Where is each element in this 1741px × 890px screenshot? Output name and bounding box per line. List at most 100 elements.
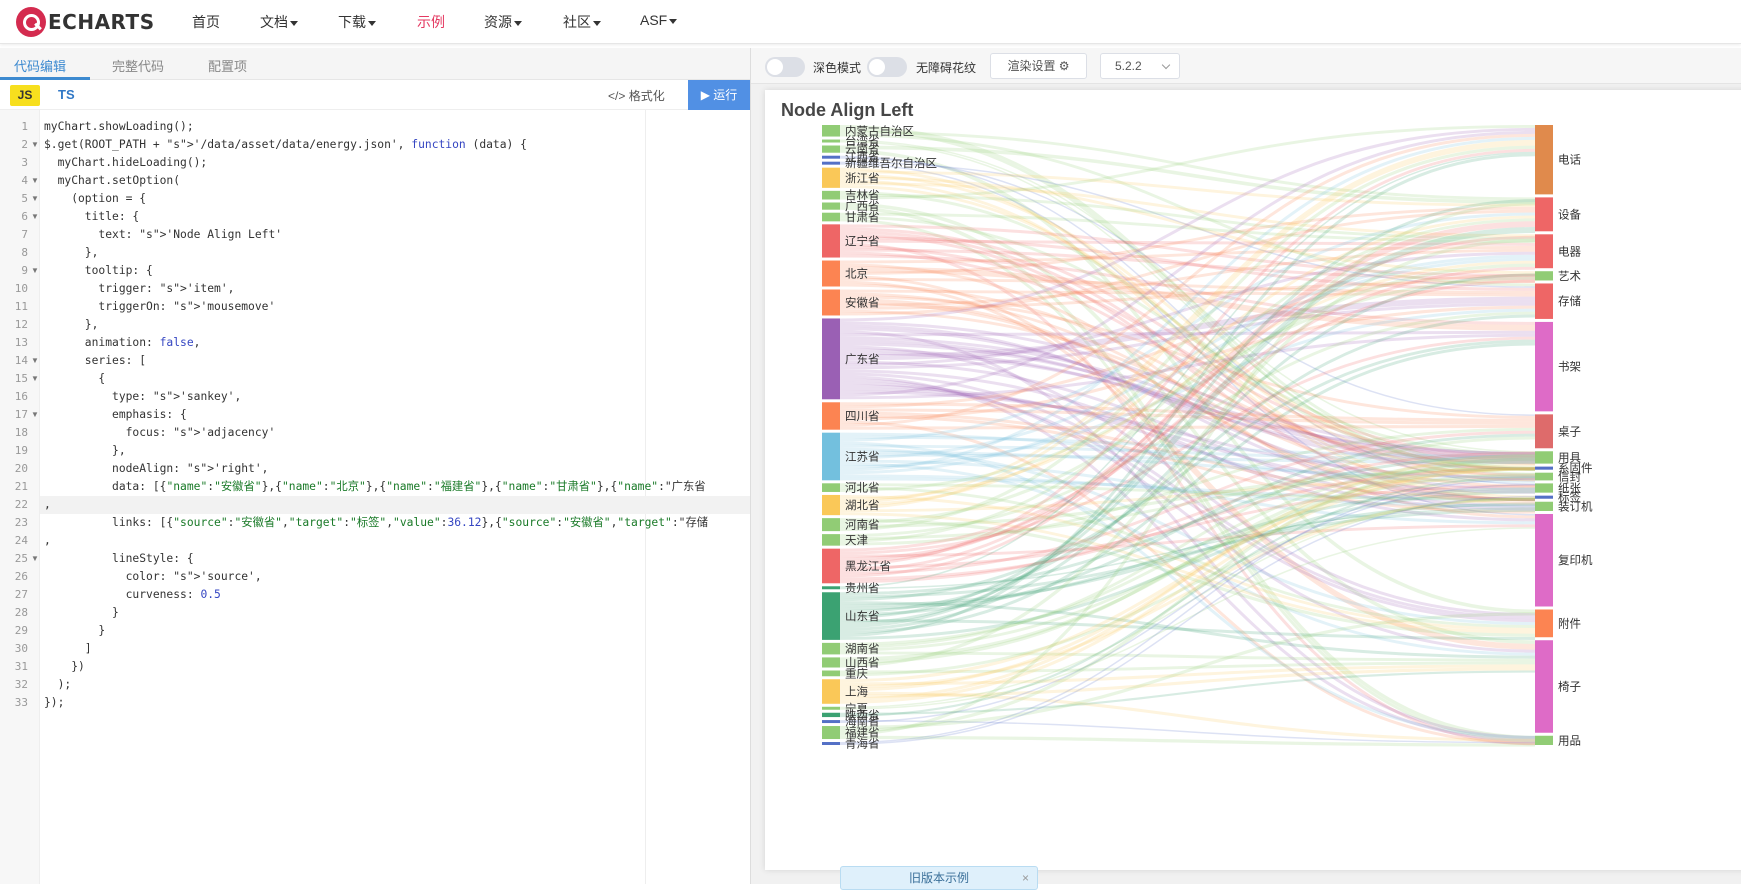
gear-icon: ⚙ [1058,59,1070,73]
nav-item-3[interactable]: 示例 [417,12,445,32]
sankey-node [822,190,840,200]
code-line: { [44,372,106,385]
line-number: 20 [14,462,28,475]
code-line: emphasis: { [44,408,187,421]
fold-arrow-icon[interactable]: ▼ [31,370,39,388]
sankey-node-label: 新疆维吾尔自治区 [845,156,937,170]
sankey-node-label: 重庆 [845,666,868,680]
sankey-node [822,670,840,677]
sankey-node [1535,609,1553,638]
nav-item-0[interactable]: 首页 [192,12,220,32]
code-line: }, [44,444,126,457]
sankey-node [822,726,840,740]
tab-code-edit[interactable]: 代码编辑 [14,56,66,75]
sankey-node [1535,466,1553,470]
sankey-node [822,202,840,210]
sankey-node-label: 浙江省 [845,171,880,185]
sankey-node [822,518,840,532]
lang-ts-button[interactable]: TS [58,87,75,102]
sankey-node-label: 辽宁省 [845,234,880,248]
line-number: 28 [14,606,28,619]
echarts-logo-icon [16,7,46,37]
close-icon[interactable]: × [1022,867,1029,889]
old-version-banner[interactable]: 旧版本示例 × [840,866,1038,890]
sankey-node [822,483,840,492]
sankey-node-label: 青海省 [845,737,880,751]
sankey-node [1535,125,1553,195]
a11y-pattern-toggle[interactable] [867,57,907,77]
code-editor[interactable]: myChart.showLoading(); $.get(ROOT_PATH + … [40,110,750,884]
sankey-node-label: 山东省 [845,609,880,623]
fold-arrow-icon[interactable]: ▼ [31,172,39,190]
chart-container: Node Align Left 内蒙古自治区 台湾省 云南省 江西省 新疆维吾尔自治区浙… [765,90,1741,870]
tab-full-code[interactable]: 完整代码 [112,56,164,75]
fold-arrow-icon[interactable]: ▼ [31,550,39,568]
nav-item-6[interactable]: ASF [640,12,678,28]
code-line: triggerOn: "s">'mousemove' [44,300,276,313]
echarts-logo[interactable]: ECHARTS [16,7,155,37]
sankey-node-label: 贵州省 [845,581,880,595]
sankey-node [1535,735,1553,745]
version-select[interactable]: 5.2.2 [1100,53,1180,79]
nav-item-label: 文档 [260,14,288,30]
nav-item-label: 首页 [192,14,220,30]
sankey-node-label: 甘肃省 [845,210,880,224]
sankey-node [1535,321,1553,412]
nav-item-1[interactable]: 文档 [260,12,298,32]
line-number: 13 [14,336,28,349]
render-settings-button[interactable]: 渲染设置 ⚙ [990,53,1087,79]
sankey-node [822,155,840,159]
code-line: nodeAlign: "s">'right', [44,462,269,475]
nav-item-4[interactable]: 资源 [484,12,522,32]
sankey-node [1535,483,1553,493]
fold-arrow-icon[interactable]: ▼ [31,208,39,226]
code-line: }, [44,318,99,331]
fold-arrow-icon[interactable]: ▼ [31,262,39,280]
line-number: 21 [14,480,28,493]
fold-arrow-icon[interactable]: ▼ [31,136,39,154]
sankey-node-label: 河北省 [845,481,880,495]
caret-down-icon [368,20,376,26]
fold-arrow-icon[interactable]: ▼ [31,406,39,424]
code-line: myChart.hideLoading(); [44,156,208,169]
sankey-node-label: 艺术 [1558,269,1581,283]
line-number-gutter: 1 2 ▼ 3 4 ▼ 5 ▼ 6 ▼ 7 8 9 ▼ 10 11 12 13 14 ▼ 15 ▼ 16 17 ▼ 18 19 20 2… [0,110,40,884]
fold-arrow-icon[interactable]: ▼ [31,190,39,208]
code-line: (option = { [44,192,147,205]
sankey-node-label: 桌子 [1558,424,1581,438]
nav-item-label: 资源 [484,14,512,30]
sankey-node [1535,283,1553,319]
code-line: }) [44,660,85,673]
code-line: curveness: 0.5 [44,588,221,601]
nav-item-5[interactable]: 社区 [563,12,601,32]
sankey-node-label: 附件 [1558,616,1581,630]
line-number: 30 [14,642,28,655]
line-number: 31 [14,660,28,673]
nav-item-label: 示例 [417,14,445,30]
lang-js-button[interactable]: JS [10,85,40,106]
sankey-node [822,586,840,590]
nav-item-2[interactable]: 下载 [338,12,376,32]
sankey-node [1535,640,1553,733]
fold-arrow-icon[interactable]: ▼ [31,352,39,370]
dark-mode-toggle[interactable] [765,57,805,77]
sankey-node [822,706,840,710]
sankey-node [1535,501,1553,511]
sankey-node [822,742,840,745]
line-number: 18 [14,426,28,439]
tab-config[interactable]: 配置项 [208,56,247,75]
caret-down-icon [514,20,522,26]
sankey-node-label: 存储 [1558,294,1581,308]
sankey-node-label: 四川省 [845,409,880,423]
code-line: lineStyle: { [44,552,194,565]
format-button[interactable]: </> 格式化 [608,87,665,104]
sankey-chart[interactable]: 内蒙古自治区台湾省云南省江西省新疆维吾尔自治区浙江省吉林省广西省甘肃省辽宁省北京… [765,90,1741,870]
sankey-node [822,212,840,222]
sankey-node-label: 广东省 [845,352,880,366]
render-settings-label: 渲染设置 [1007,59,1056,73]
code-line: focus: "s">'adjacency' [44,426,276,439]
code-line: , [44,534,51,547]
sankey-node [1535,271,1553,281]
sankey-node-label: 复印机 [1558,553,1593,567]
run-button[interactable]: ▶ 运行 [688,80,750,110]
